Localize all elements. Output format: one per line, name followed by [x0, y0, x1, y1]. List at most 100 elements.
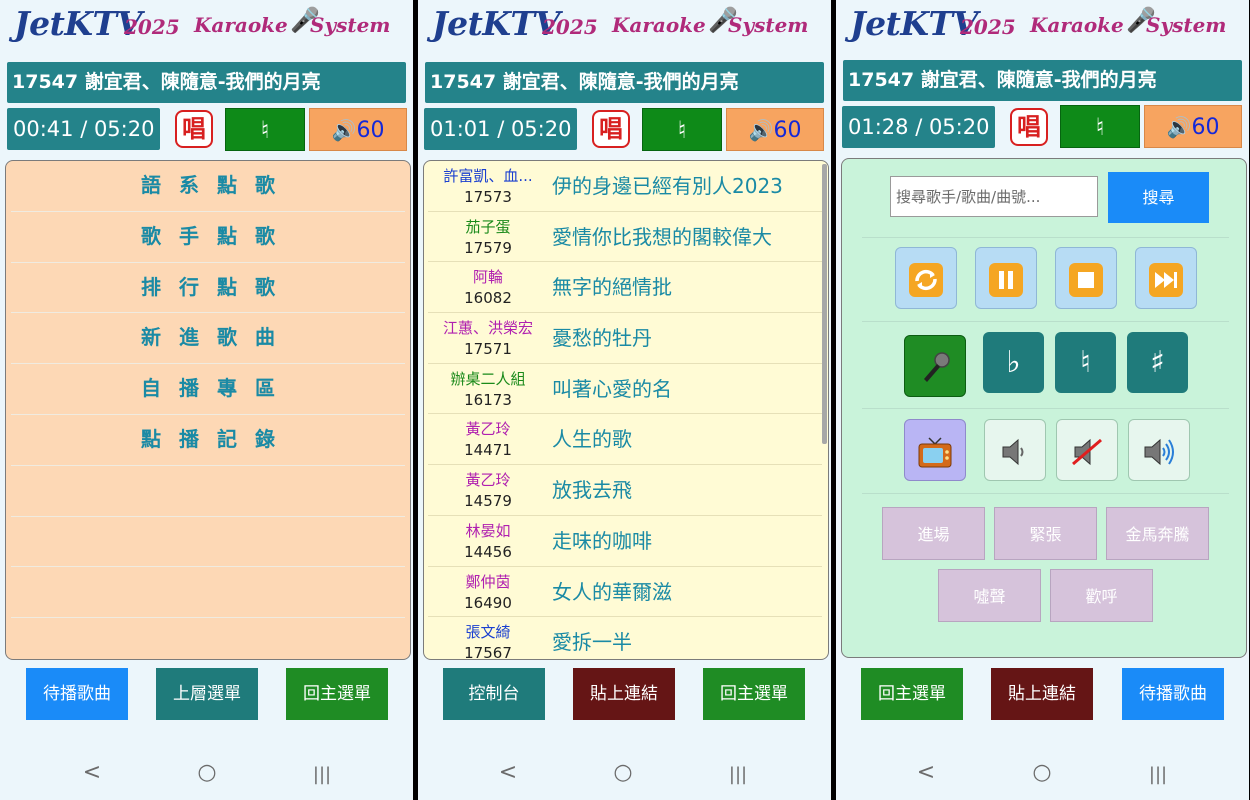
- song-singer: 辦桌二人組: [450, 369, 526, 388]
- logo-year: 2025: [542, 15, 598, 39]
- volume-button[interactable]: 🔊60: [1144, 105, 1242, 148]
- song-list-item[interactable]: 黃乙玲 14579 放我去飛: [428, 465, 822, 516]
- volume-button[interactable]: 🔊60: [726, 108, 824, 151]
- main-menu-button[interactable]: 回主選單: [286, 668, 388, 720]
- song-title: 叫著心愛的名: [552, 376, 672, 401]
- panel-song-menu: JetKTV 2025 Karaoke 🎤 System 17547 謝宜君、陳…: [0, 0, 413, 800]
- queue-button[interactable]: 待播歌曲: [1122, 668, 1224, 720]
- song-list-item[interactable]: 林晏如 14456 走味的咖啡: [428, 516, 822, 567]
- volume-up-button[interactable]: [1128, 419, 1190, 481]
- song-title: 無字的絕情批: [552, 275, 672, 300]
- android-nav-bar: < ○ |||: [836, 752, 1249, 800]
- pause-button[interactable]: [975, 247, 1037, 309]
- logo-main-text: JetKTV: [850, 4, 978, 43]
- mute-button[interactable]: [1056, 419, 1118, 481]
- sing-button[interactable]: 唱: [175, 110, 213, 148]
- mute-icon: [1072, 438, 1102, 465]
- queue-button[interactable]: 待播歌曲: [26, 668, 128, 720]
- menu-item-new-songs[interactable]: 新進歌曲: [11, 313, 405, 365]
- sing-button[interactable]: 唱: [1010, 108, 1048, 146]
- microphone-icon: [924, 351, 950, 382]
- sfx-horses-button[interactable]: 金馬奔騰: [1106, 507, 1209, 560]
- song-list-item[interactable]: 辦桌二人組 16173 叫著心愛的名: [428, 364, 822, 415]
- song-singer: 鄭仲茵: [465, 572, 511, 591]
- back-icon[interactable]: <: [906, 760, 946, 785]
- song-singer: 許富凱、血...: [443, 167, 533, 185]
- volume-button[interactable]: 🔊60: [309, 108, 407, 151]
- menu-empty-row: [11, 466, 405, 517]
- key-button[interactable]: ♮: [642, 108, 722, 151]
- key-sharp-button[interactable]: ♯: [1127, 332, 1188, 393]
- recents-icon[interactable]: |||: [718, 764, 758, 785]
- key-flat-button[interactable]: ♭: [983, 332, 1044, 393]
- song-number: 16490: [464, 593, 512, 612]
- menu-item-history[interactable]: 點播記錄: [11, 415, 405, 466]
- logo-system: System: [1146, 13, 1227, 37]
- song-singer: 黃乙玲: [465, 420, 511, 439]
- recents-icon[interactable]: |||: [1138, 764, 1178, 785]
- paste-link-button[interactable]: 貼上連結: [573, 668, 675, 720]
- sfx-cheer-button[interactable]: 歡呼: [1050, 569, 1153, 622]
- menu-item-ranking[interactable]: 排行點歌: [11, 263, 405, 314]
- search-input[interactable]: [890, 176, 1098, 217]
- key-natural-button[interactable]: ♮: [1055, 332, 1116, 393]
- divider: [862, 493, 1229, 494]
- parent-menu-button[interactable]: 上層選單: [156, 668, 258, 720]
- song-list-item[interactable]: 黃乙玲 14471 人生的歌: [428, 414, 822, 466]
- panel-control: JetKTV 2025 Karaoke 🎤 System 17547 謝宜君、陳…: [836, 0, 1249, 800]
- sing-button[interactable]: 唱: [592, 110, 630, 148]
- song-list-item[interactable]: 許富凱、血... 17573 伊的身邊已經有別人2023: [428, 161, 822, 212]
- song-singer: 茄子蛋: [465, 217, 511, 236]
- speaker-icon: [1002, 438, 1024, 465]
- song-list-item[interactable]: 阿輪 16082 無字的絕情批: [428, 262, 822, 314]
- control-board: 搜尋歌手/歌曲/曲號... 搜尋 ♭ ♮ ♯ 進場 緊張 金馬奔騰 噓聲 歡呼: [841, 158, 1247, 658]
- song-title: 放我去飛: [552, 478, 632, 503]
- sfx-tension-button[interactable]: 緊張: [994, 507, 1097, 560]
- logo-main-text: JetKTV: [14, 4, 142, 43]
- recents-icon[interactable]: |||: [302, 764, 342, 785]
- volume-down-button[interactable]: [984, 419, 1046, 481]
- sfx-entrance-button[interactable]: 進場: [882, 507, 985, 560]
- home-icon[interactable]: ○: [187, 760, 227, 785]
- playback-time: 01:01 / 05:20: [424, 108, 577, 150]
- speaker-icon: 🔊: [748, 118, 774, 142]
- now-playing-title: 17547 謝宜君、陳隨意-我們的月亮: [7, 62, 406, 103]
- skip-button[interactable]: [1135, 247, 1197, 309]
- back-icon[interactable]: <: [72, 760, 112, 785]
- song-number: 17573: [464, 188, 512, 206]
- speaker-icon: 🔊: [1166, 115, 1192, 139]
- app-logo: JetKTV 2025 Karaoke 🎤 System: [418, 0, 831, 56]
- vocal-toggle-button[interactable]: [904, 335, 966, 397]
- sfx-boo-button[interactable]: 噓聲: [938, 569, 1041, 622]
- stop-button[interactable]: [1055, 247, 1117, 309]
- main-menu-button[interactable]: 回主選單: [861, 668, 963, 720]
- paste-link-button[interactable]: 貼上連結: [991, 668, 1093, 720]
- song-list: 許富凱、血... 17573 伊的身邊已經有別人2023 茄子蛋 17579 愛情你比我想…: [423, 160, 829, 660]
- video-button[interactable]: [904, 419, 966, 481]
- back-icon[interactable]: <: [488, 760, 528, 785]
- song-number: 17567: [464, 644, 512, 660]
- song-list-item[interactable]: 茄子蛋 17579 愛情你比我想的閣較偉大: [428, 212, 822, 263]
- main-menu-button[interactable]: 回主選單: [703, 668, 805, 720]
- repeat-button[interactable]: [895, 247, 957, 309]
- menu-item-language[interactable]: 語系點歌: [11, 161, 405, 212]
- home-icon[interactable]: ○: [1022, 760, 1062, 785]
- app-logo: JetKTV 2025 Karaoke 🎤 System: [836, 0, 1249, 56]
- list-scrollbar[interactable]: [822, 164, 827, 444]
- menu-item-self-play[interactable]: 自播專區: [11, 364, 405, 415]
- key-button[interactable]: ♮: [1060, 105, 1140, 148]
- pause-icon: [989, 262, 1023, 297]
- menu-empty-row: [11, 567, 405, 619]
- volume-value: 60: [1191, 115, 1220, 140]
- control-panel-button[interactable]: 控制台: [443, 668, 545, 720]
- home-icon[interactable]: ○: [603, 760, 643, 785]
- song-list-item[interactable]: 鄭仲茵 16490 女人的華爾滋: [428, 567, 822, 618]
- menu-item-singer[interactable]: 歌手點歌: [11, 212, 405, 263]
- song-list-item[interactable]: 張文綺 17567 愛拆一半: [428, 617, 822, 660]
- search-button[interactable]: 搜尋: [1108, 172, 1209, 223]
- divider: [862, 237, 1229, 238]
- now-playing-title: 17547 謝宜君、陳隨意-我們的月亮: [843, 60, 1242, 101]
- divider: [862, 408, 1229, 409]
- key-button[interactable]: ♮: [225, 108, 305, 151]
- song-list-item[interactable]: 江蕙、洪榮宏 17571 憂愁的牡丹: [428, 313, 822, 364]
